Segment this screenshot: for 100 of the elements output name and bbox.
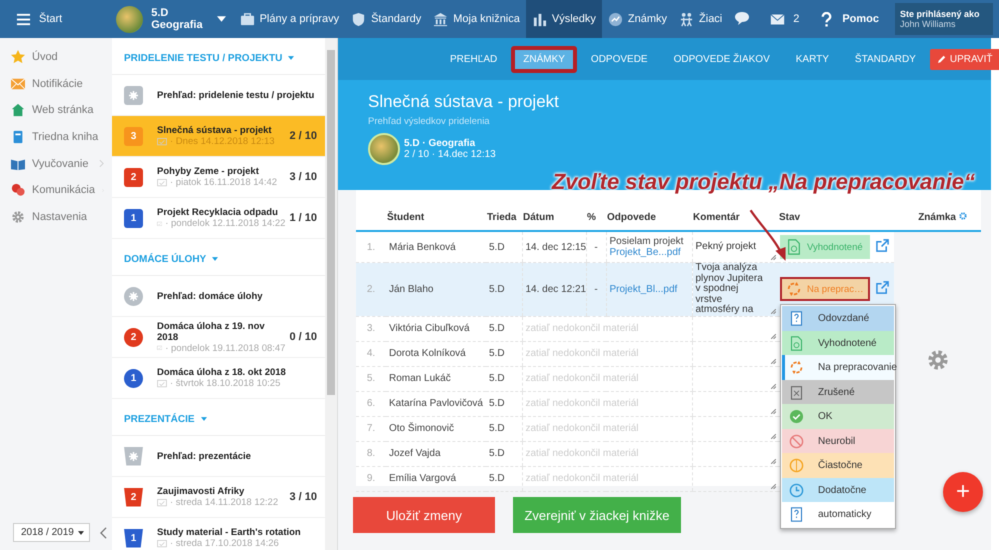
envelope-icon <box>11 76 25 91</box>
student-cell[interactable]: Katarína Pavlovičová <box>386 391 486 416</box>
status-option[interactable]: Zrušené <box>782 380 894 404</box>
resize-handle-icon[interactable] <box>771 384 776 388</box>
edit-button[interactable]: UPRAVIŤ <box>930 48 999 70</box>
assignment-item[interactable]: 2 Pohyby Zeme - projekt · piatok 16.11.2018 14:42 3 / 10 <box>112 157 325 198</box>
assignment-date: · streda 17.10.2018 14:26 <box>170 538 279 549</box>
bar-chart-icon <box>532 12 547 26</box>
home-icon <box>11 103 25 118</box>
status-option[interactable]: Dodatočne <box>782 478 894 502</box>
year-dropdown[interactable]: 2018 / 2019 <box>13 523 90 542</box>
assignment-title: Prehľad: prezentácie <box>157 450 252 462</box>
status-option[interactable]: Vyhodnotené <box>782 330 894 356</box>
assignment-item[interactable]: Prehľad: prezentácie <box>112 436 325 477</box>
class-avatar-placeholder <box>116 6 144 32</box>
status-option[interactable]: Neurobil <box>782 428 894 454</box>
assignment-item[interactable]: Prehľad: domáce úlohy <box>112 276 325 317</box>
assignment-type-icon <box>157 344 162 352</box>
resize-handle-icon[interactable] <box>771 358 776 364</box>
sidebar-label: Web stránka <box>32 104 94 116</box>
status-option[interactable]: Odovzdané <box>782 306 894 331</box>
sidebar-item[interactable]: Úvod <box>0 44 112 71</box>
start-menu-button[interactable]: Štart <box>6 0 72 38</box>
star-icon <box>11 50 25 64</box>
prohibited-icon <box>789 434 804 448</box>
class-cell: 5.D <box>486 416 522 441</box>
class-avatar-placeholder <box>368 133 400 165</box>
sidebar-item[interactable]: Vyučovanie <box>0 150 112 177</box>
assignment-item[interactable]: 1 Study material - Earth's rotation · streda 17.10.2018 14:26 <box>112 518 325 550</box>
document-check-icon <box>786 239 802 255</box>
assignment-date: · pondelok 12.11.2018 14:22 <box>165 218 286 229</box>
student-cell[interactable]: Roman Lukáč <box>386 366 486 391</box>
nav-tab[interactable]: Štandardy <box>345 0 428 38</box>
assignment-type-icon <box>157 540 167 548</box>
annotation-text: Zvoľte stav projektu „Na prepracovanie“ <box>552 169 975 195</box>
save-button[interactable]: Uložiť zmeny <box>353 497 495 533</box>
comment-text[interactable]: Pekný projekt <box>696 242 775 252</box>
add-button[interactable]: + <box>943 472 983 512</box>
user-panel[interactable]: Ste prihlásený ako John Williams <box>895 3 993 35</box>
assignment-item[interactable]: 2 Zaujimavosti Afriky · streda 14.11.2018 12:22 3 / 10 <box>112 477 325 518</box>
resize-handle-icon[interactable] <box>771 408 776 414</box>
assignment-item[interactable]: 1 Projekt Recyklacia odpadu · pondelok 12.11.2018 14:22 1 / 10 <box>112 198 325 239</box>
sidebar-item[interactable]: Web stránka <box>0 97 112 124</box>
question-document-icon <box>789 507 804 522</box>
collapse-icon[interactable] <box>100 526 107 538</box>
document-check-icon <box>789 336 804 350</box>
nav-tab[interactable]: Plány a prípravy <box>234 0 346 38</box>
student-cell[interactable]: Jozef Vajda <box>386 441 486 466</box>
settings-icon <box>11 210 25 224</box>
student-cell[interactable]: Emília Vargová <box>386 466 486 491</box>
status-option[interactable]: Na prepracovanie <box>782 355 894 380</box>
class-cell: 5.D <box>486 262 522 316</box>
assignment-title: Prehľad: domáce úlohy <box>157 290 264 302</box>
file-link[interactable]: Projekt_Be...pdf <box>610 247 688 258</box>
caret-icon <box>78 530 84 534</box>
sidebar-label: Komunikácia <box>32 184 95 196</box>
column-header: Komentár <box>692 204 778 231</box>
resize-handle-icon[interactable] <box>771 484 776 488</box>
settings-icon[interactable] <box>926 349 948 371</box>
student-cell[interactable]: Oto Šimonovič <box>386 416 486 441</box>
external-link-icon[interactable] <box>876 239 888 252</box>
count-badge: 1 <box>124 208 143 228</box>
sidebar-item[interactable]: Triedna kniha <box>0 124 112 150</box>
user-caption: Ste prihlásený ako <box>900 9 981 19</box>
check-circle-icon <box>789 409 804 424</box>
caret-icon <box>200 417 207 421</box>
resize-handle-icon[interactable] <box>771 458 776 464</box>
student-cell[interactable]: Viktória Cibuľková <box>386 316 486 341</box>
status-option[interactable]: Čiastočne <box>782 453 894 478</box>
scrollbar[interactable] <box>325 38 337 550</box>
assignment-title: Pohyby Zeme - projekt <box>157 166 260 177</box>
answer-text: Posielam projekt <box>610 236 684 247</box>
nav-tab[interactable]: Žiaci <box>673 0 728 38</box>
nav-tab[interactable]: Známky <box>602 0 674 38</box>
count-badge: 2 <box>124 168 143 186</box>
messages-button[interactable]: 2 <box>760 0 810 38</box>
student-cell[interactable]: Ján Blaho <box>386 262 486 316</box>
row-number: 2. <box>356 262 386 316</box>
external-link-icon[interactable] <box>876 281 888 294</box>
sidebar-item[interactable]: Notifikácie <box>0 70 112 98</box>
student-cell[interactable]: Dorota Kolníková <box>386 341 486 366</box>
nav-tab[interactable]: Moja knižnica <box>427 0 526 38</box>
status-option[interactable]: OK <box>782 404 894 429</box>
assignment-item[interactable]: 1 Domáca úloha z 18. okt 2018 · štvrtok 18.10.2018 10:25 <box>112 358 325 399</box>
partial-circle-icon <box>789 458 804 473</box>
resize-handle-icon[interactable] <box>771 334 776 338</box>
resize-handle-icon[interactable] <box>771 434 776 438</box>
sidebar-item[interactable]: Nastavenia <box>0 204 112 230</box>
column-header: Známka <box>918 212 956 222</box>
help-button[interactable]: Pomoc <box>809 0 889 38</box>
assignment-item[interactable]: 2 Domáca úloha z 19. nov 2018 · pondelok 19.11.2018 08:47 0 / 10 <box>112 317 325 358</box>
assignment-score: 3 / 10 <box>289 491 317 503</box>
settings-icon[interactable] <box>959 212 967 220</box>
nav-tab[interactable]: Výsledky <box>526 0 602 38</box>
sidebar-item[interactable]: Komunikácia <box>0 176 112 204</box>
resize-handle-icon[interactable] <box>771 308 776 314</box>
question-document-icon <box>789 311 804 326</box>
class-name: 5.D · Geografia <box>404 138 476 149</box>
class-selector[interactable]: 5.D Geografia <box>72 0 234 38</box>
resize-handle-icon[interactable] <box>771 255 776 260</box>
